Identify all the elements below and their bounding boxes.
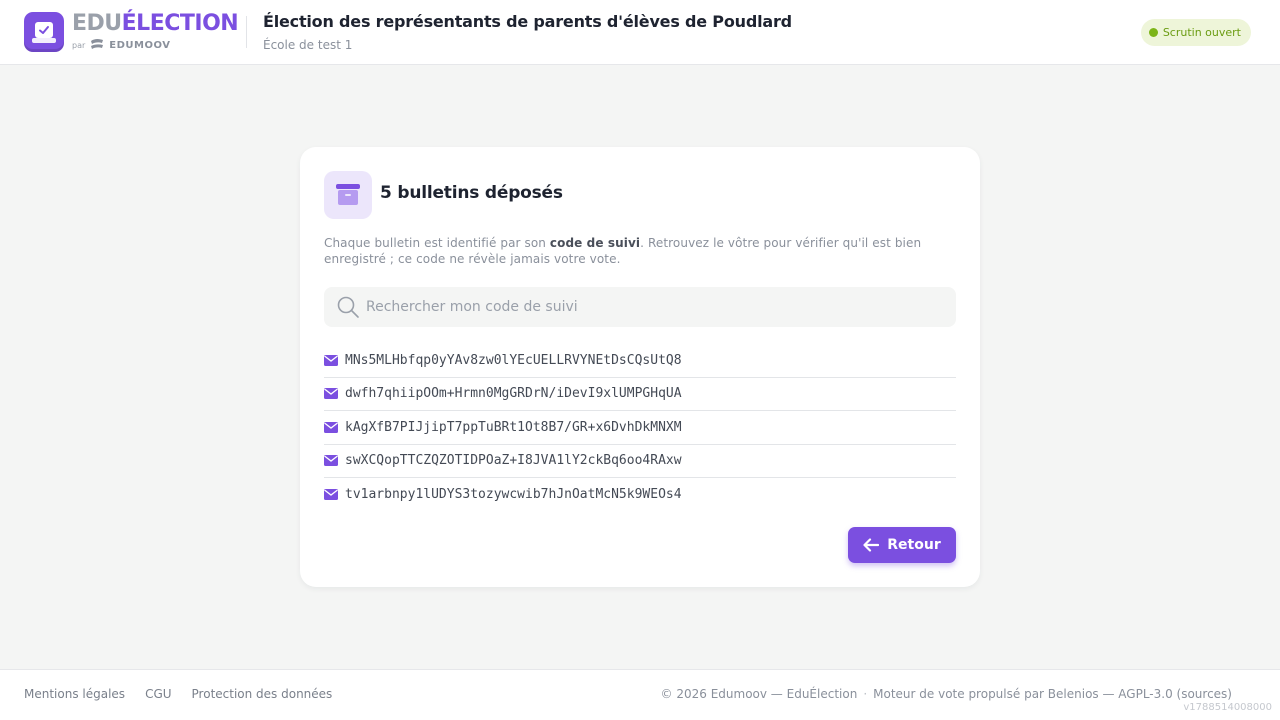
footer-links: Mentions légales CGU Protection des donn… — [24, 687, 332, 701]
status-dot-icon — [1148, 28, 1158, 37]
app-header: EDUÉLECTION par EDUMOOV Élection des rep… — [0, 0, 1280, 65]
card-description: Chaque bulletin est identifié par son co… — [324, 236, 922, 266]
engine-credit-link[interactable]: Moteur de vote propulsé par Belenios — A… — [873, 687, 1232, 701]
list-item: swXCQopTTCZQZOTIDPOaZ+I8JVA1lY2ckBq6oo4R… — [324, 445, 956, 478]
brand-name[interactable]: EDUÉLECTION — [72, 11, 239, 37]
page-footer: Mentions légales CGU Protection des donn… — [0, 669, 1280, 720]
list-item: dwfh7qhiipOOm+Hrmn0MgGRDrN/iDevI9xlUMPGH… — [324, 378, 956, 411]
list-item: MNs5MLHbfqp0yYAv8zw0lYEcUELLRVYNEtDsCQsU… — [324, 344, 956, 378]
version-label: v1788514008000 — [1183, 702, 1272, 713]
ballots-card: 5 bulletins déposés Chaque bulletin est … — [300, 147, 980, 587]
envelope-icon — [324, 388, 338, 400]
tracking-code: swXCQopTTCZQZOTIDPOaZ+I8JVA1lY2ckBq6oo4R… — [345, 453, 682, 469]
list-item: tv1arbnpy1lUDYS3tozywcwib7hJnOatMcN5k9WE… — [324, 478, 956, 512]
page-title: Élection des représentants de parents d'… — [263, 12, 792, 31]
tracking-code-list: MNs5MLHbfqp0yYAv8zw0lYEcUELLRVYNEtDsCQsU… — [324, 344, 956, 512]
status-label: Scrutin ouvert — [1162, 26, 1241, 39]
footer-credits: © 2026 Edumoov — EduÉlection · Moteur de… — [661, 687, 1232, 701]
copyright-text: © 2026 Edumoov — EduÉlection — [660, 687, 858, 701]
brand-byline: par EDUMOOV — [72, 36, 170, 54]
search-icon — [337, 296, 359, 318]
tracking-code: tv1arbnpy1lUDYS3tozywcwib7hJnOatMcN5k9WE… — [345, 487, 682, 503]
envelope-icon — [324, 421, 338, 433]
edumoov-logo-icon — [91, 39, 104, 49]
back-button-label: Retour — [887, 537, 941, 553]
school-name: École de test 1 — [263, 38, 353, 52]
footer-separator: · — [863, 687, 868, 701]
list-item: kAgXfB7PIJjipT7ppTuBRt1Ot8B7/GR+x6DvhDkM… — [324, 411, 956, 445]
tracking-code: kAgXfB7PIJjipT7ppTuBRt1Ot8B7/GR+x6DvhDkM… — [345, 419, 682, 435]
tracking-code: MNs5MLHbfqp0yYAv8zw0lYEcUELLRVYNEtDsCQsU… — [345, 352, 682, 368]
archive-box-icon — [324, 171, 372, 219]
legal-notice-link[interactable]: Mentions légales — [24, 687, 125, 701]
card-title: 5 bulletins déposés — [380, 183, 563, 203]
logo-icon[interactable] — [24, 12, 64, 52]
envelope-icon — [324, 354, 338, 366]
tracking-code: dwfh7qhiipOOm+Hrmn0MgGRDrN/iDevI9xlUMPGH… — [345, 386, 682, 402]
search-box — [324, 287, 956, 327]
back-button[interactable]: Retour — [848, 527, 956, 563]
privacy-link[interactable]: Protection des données — [192, 687, 333, 701]
arrow-left-icon — [863, 538, 880, 552]
terms-link[interactable]: CGU — [145, 687, 171, 701]
search-input[interactable] — [366, 287, 946, 327]
status-badge: Scrutin ouvert — [1140, 19, 1251, 46]
header-divider — [246, 16, 247, 48]
envelope-icon — [324, 455, 338, 467]
envelope-icon — [324, 489, 338, 501]
